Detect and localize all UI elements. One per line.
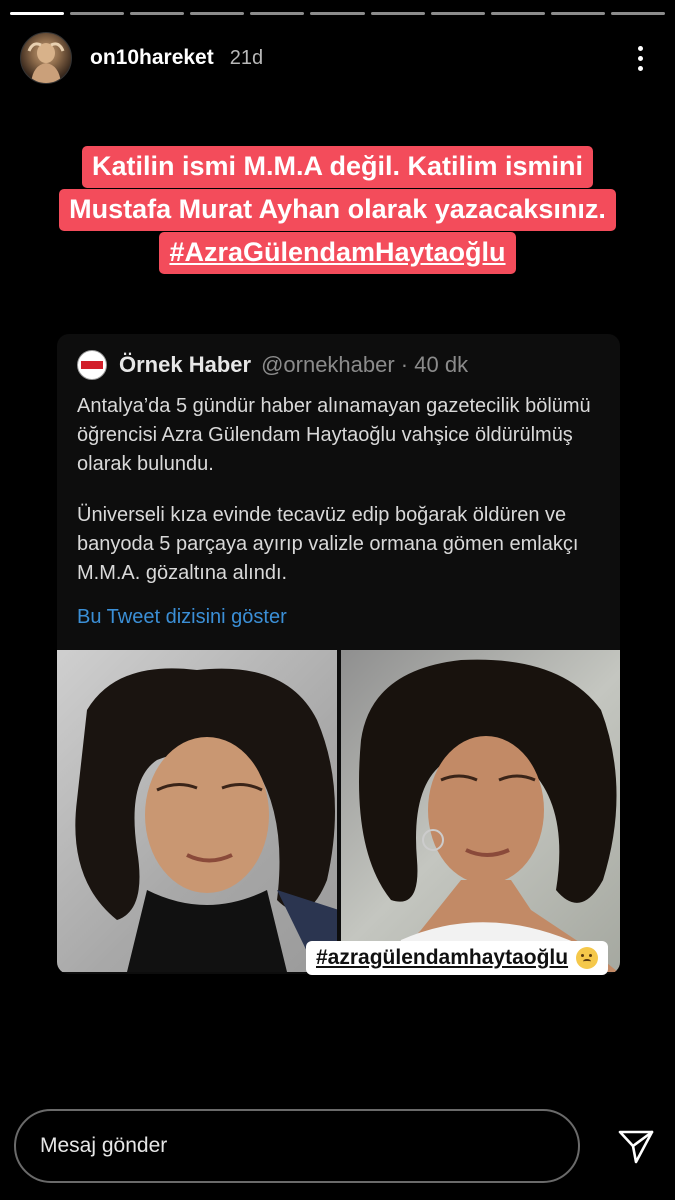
tweet-text: Antalya’da 5 gündür haber alınamayan gaz… bbox=[77, 392, 600, 610]
dot bbox=[637, 55, 643, 61]
caption-line-1: Katilin ismi M.M.A değil. Katilim ismini bbox=[81, 146, 594, 188]
progress-segment bbox=[250, 12, 305, 15]
avatar-image bbox=[27, 42, 65, 83]
photo-left bbox=[57, 650, 337, 972]
tweet-header: Örnek Haber @ornekhaber · 40 dk bbox=[77, 350, 468, 380]
story-header: on10hareket 21d bbox=[20, 30, 655, 86]
portrait-image bbox=[358, 659, 618, 972]
avatar[interactable] bbox=[20, 32, 72, 84]
progress-segment bbox=[130, 12, 185, 15]
news-logo-icon bbox=[77, 350, 107, 380]
tweet-account-name: Örnek Haber bbox=[119, 352, 252, 377]
sticker-hashtag: #azragülendamhaytaoğlu bbox=[316, 946, 569, 969]
dot bbox=[637, 45, 643, 51]
progress-segment bbox=[190, 12, 245, 15]
progress-segment bbox=[370, 12, 425, 15]
reply-placeholder: Mesaj gönder bbox=[40, 1134, 168, 1157]
tweet-photos bbox=[57, 650, 620, 972]
story-viewer: on10hareket 21d Katilin ismi M.M.A değil… bbox=[0, 0, 675, 1200]
progress-segment bbox=[70, 12, 125, 15]
progress-segment bbox=[430, 12, 485, 15]
dot bbox=[637, 65, 643, 71]
more-vertical-icon[interactable] bbox=[625, 38, 655, 78]
progress-segment bbox=[550, 12, 605, 15]
progress-segment bbox=[10, 12, 65, 15]
username[interactable]: on10hareket bbox=[90, 46, 214, 70]
portrait-image bbox=[75, 668, 337, 972]
caption-hashtag[interactable]: #AzraGülendamHaytaoğlu bbox=[159, 232, 516, 274]
send-icon[interactable] bbox=[616, 1126, 656, 1166]
photo-right bbox=[340, 650, 620, 972]
progress-segment bbox=[610, 12, 666, 15]
tweet-paragraph-2: Üniverseli kıza evinde tecavüz edip boğa… bbox=[77, 504, 579, 584]
caption-line-2: Mustafa Murat Ayhan olarak yazacaksınız. bbox=[59, 189, 616, 231]
show-thread-link: Bu Tweet dizisini göster bbox=[77, 606, 287, 628]
tweet-paragraph-1: Antalya’da 5 gündür haber alınamayan gaz… bbox=[77, 395, 591, 475]
progress-segment bbox=[310, 12, 365, 15]
send-icon-svg bbox=[618, 1130, 654, 1164]
story-timestamp: 21d bbox=[229, 46, 264, 69]
story-caption: Katilin ismi M.M.A değil. Katilim ismini… bbox=[0, 146, 675, 275]
reply-input[interactable]: Mesaj gönder bbox=[14, 1109, 580, 1183]
progress-segment bbox=[490, 12, 545, 15]
tweet-handle-time: @ornekhaber · 40 dk bbox=[261, 352, 469, 377]
crying-face-icon bbox=[576, 947, 599, 969]
story-progress-bar bbox=[10, 12, 666, 15]
tweet-screenshot: Örnek Haber @ornekhaber · 40 dk Antalya’… bbox=[57, 334, 620, 974]
hashtag-sticker[interactable]: #azragülendamhaytaoğlu bbox=[306, 941, 609, 975]
